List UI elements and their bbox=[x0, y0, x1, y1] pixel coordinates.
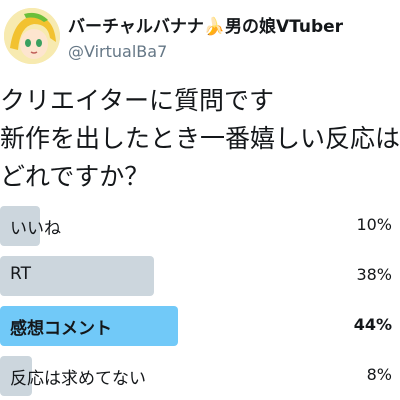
banana-vtuber-avatar-icon bbox=[4, 8, 60, 64]
poll-option-label: 反応は求めてない bbox=[10, 369, 146, 389]
display-name[interactable]: バーチャルバナナ🍌男の娘VTuber bbox=[68, 12, 343, 37]
poll-option-percent: 44% bbox=[353, 315, 392, 334]
poll-option-percent: 8% bbox=[366, 365, 392, 384]
tweet-text: クリエイターに質問です 新作を出したとき一番嬉しい反応は どれですか？ bbox=[0, 86, 400, 191]
poll-option-label: RT bbox=[10, 264, 31, 284]
poll-option-label: 感想コメント bbox=[10, 319, 112, 339]
poll-option-2: RT 38% bbox=[0, 254, 400, 298]
poll-option-percent: 38% bbox=[356, 265, 392, 284]
poll-option-1: いいね 10% bbox=[0, 204, 400, 248]
avatar[interactable] bbox=[4, 8, 60, 64]
poll-option-percent: 10% bbox=[356, 215, 392, 234]
poll-option-label: いいね bbox=[10, 219, 61, 239]
tweet-header: バーチャルバナナ🍌男の娘VTuber @VirtualBa7 bbox=[0, 0, 400, 78]
poll-option-3: 感想コメント 44% bbox=[0, 304, 400, 348]
user-handle[interactable]: @VirtualBa7 bbox=[68, 42, 167, 61]
poll-option-4: 反応は求めてない 8% bbox=[0, 354, 400, 398]
